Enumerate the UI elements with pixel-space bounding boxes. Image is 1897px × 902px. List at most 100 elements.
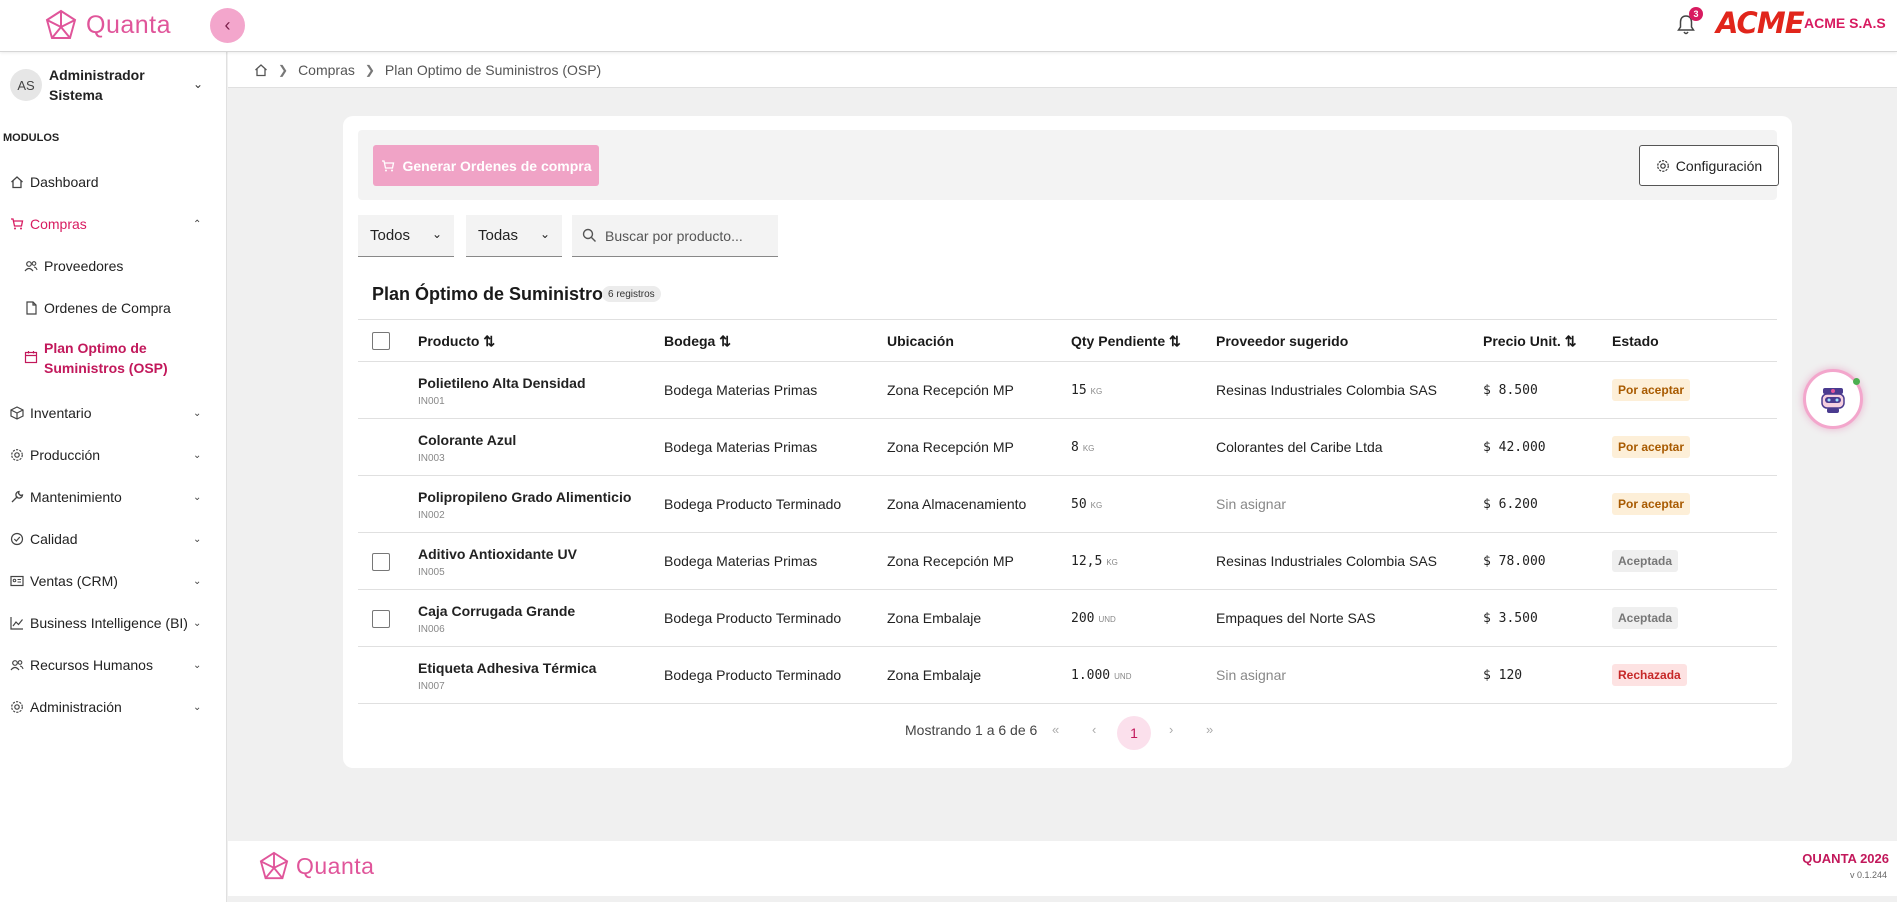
sidebar-item-calidad[interactable]: Calidad ⌄ — [0, 519, 227, 559]
product-code: IN005 — [418, 567, 445, 578]
unit-price: $ 6.200 — [1483, 497, 1538, 512]
table-row[interactable]: Polipropileno Grado Alimenticio IN002 Bo… — [358, 476, 1777, 533]
company-name[interactable]: ACME S.A.S — [1804, 15, 1886, 31]
assistant-bot-button[interactable] — [1803, 369, 1863, 429]
sort-icon[interactable]: ⇅ — [1565, 333, 1577, 349]
status-badge: Rechazada — [1612, 664, 1687, 686]
sidebar-item-ordenes-compra[interactable]: Ordenes de Compra — [0, 288, 227, 328]
column-header-precio[interactable]: Precio Unit. ⇅ — [1483, 333, 1576, 350]
table-row[interactable]: Colorante Azul IN003 Bodega Materias Pri… — [358, 419, 1777, 476]
breadcrumb: ❯ Compras ❯ Plan Optimo de Suministros (… — [228, 52, 1897, 88]
sidebar-item-label: Business Intelligence (BI) — [30, 615, 188, 631]
quanta-logo-icon — [45, 9, 77, 39]
column-header-bodega[interactable]: Bodega ⇅ — [664, 333, 731, 350]
row-checkbox[interactable] — [372, 610, 390, 628]
sidebar-item-recursos-humanos[interactable]: Recursos Humanos ⌄ — [0, 645, 227, 685]
column-header-producto[interactable]: Producto ⇅ — [418, 333, 495, 350]
table-title: Plan Óptimo de Suministros — [372, 284, 614, 304]
user-menu[interactable]: AS Administrador Sistema ⌄ — [10, 62, 210, 110]
app-logo[interactable]: Quanta — [44, 9, 171, 41]
location: Zona Embalaje — [887, 610, 982, 626]
chevron-down-icon: ⌄ — [193, 575, 202, 587]
column-header-estado: Estado — [1612, 333, 1659, 349]
first-page-icon[interactable]: « — [1052, 722, 1059, 737]
qty-unit: KG — [1106, 558, 1118, 567]
table-header: Producto ⇅ Bodega ⇅ Ubicación Qty Pendie… — [358, 319, 1777, 362]
sidebar-item-mantenimiento[interactable]: Mantenimiento ⌄ — [0, 477, 227, 517]
configuration-label: Configuración — [1675, 157, 1763, 174]
status-filter-dropdown[interactable]: Todos ⌄ — [358, 215, 454, 257]
sidebar-item-ventas-crm[interactable]: Ventas (CRM) ⌄ — [0, 561, 227, 601]
sidebar-item-administracion[interactable]: Administración ⌄ — [0, 687, 227, 727]
location: Zona Recepción MP — [887, 382, 1014, 398]
sidebar-item-compras[interactable]: Compras ⌃ — [0, 204, 227, 244]
id-card-icon — [10, 575, 24, 587]
collapse-sidebar-button[interactable]: ‹ — [210, 8, 245, 43]
last-page-icon[interactable]: » — [1206, 722, 1213, 737]
unit-price: $ 120 — [1483, 668, 1523, 683]
sidebar-item-dashboard[interactable]: Dashboard — [0, 162, 227, 202]
chevron-down-icon: ⌄ — [193, 407, 202, 419]
configuration-button[interactable]: Configuración — [1639, 145, 1779, 186]
users-icon — [24, 261, 38, 272]
location: Zona Almacenamiento — [887, 496, 1027, 512]
status-filter-value: Todos — [370, 227, 411, 244]
warehouse: Bodega Materias Primas — [664, 382, 818, 398]
sidebar-item-label: Inventario — [30, 405, 92, 421]
pagination-summary: Mostrando 1 a 6 de 6 — [905, 722, 1038, 738]
table-row[interactable]: Polietileno Alta Densidad IN001 Bodega M… — [358, 362, 1777, 419]
status-badge: Por aceptar — [1612, 379, 1691, 401]
sidebar-item-business-intelligence[interactable]: Business Intelligence (BI) ⌄ — [0, 603, 227, 643]
sidebar-item-label: Ventas (CRM) — [30, 573, 118, 589]
chevron-right-icon: ❯ — [278, 62, 289, 77]
chevron-down-icon: ⌄ — [193, 77, 204, 91]
product-name: Etiqueta Adhesiva Térmica — [418, 660, 597, 676]
sidebar-item-plan-optimo[interactable]: Plan Optimo de Suministros (OSP) — [0, 338, 227, 378]
footer: Quanta QUANTA 2026 v 0.1.244 — [228, 841, 1897, 896]
sidebar-item-proveedores[interactable]: Proveedores — [0, 246, 227, 286]
sidebar-item-label: Recursos Humanos — [30, 657, 153, 673]
breadcrumb-compras[interactable]: Compras — [298, 62, 355, 78]
search-placeholder: Buscar por producto... — [605, 227, 743, 244]
row-checkbox[interactable] — [372, 553, 390, 571]
chevron-left-icon: ‹ — [224, 15, 231, 35]
sidebar-item-produccion[interactable]: Producción ⌄ — [0, 435, 227, 475]
sidebar-item-inventario[interactable]: Inventario ⌄ — [0, 393, 227, 433]
prev-page-icon[interactable]: ‹ — [1092, 722, 1096, 737]
unit-price: $ 8.500 — [1483, 383, 1538, 398]
footer-version: v 0.1.244 — [1849, 870, 1887, 880]
calendar-icon — [24, 351, 38, 364]
pending-qty: 12,5 KG — [1071, 554, 1118, 569]
next-page-icon[interactable]: › — [1169, 722, 1173, 737]
gear-icon — [11, 701, 23, 713]
select-all-checkbox[interactable] — [372, 332, 390, 350]
pending-qty: 1.000 UND — [1071, 668, 1132, 683]
table-row[interactable]: Etiqueta Adhesiva Térmica IN007 Bodega P… — [358, 647, 1777, 704]
generate-orders-button[interactable]: Generar Ordenes de compra — [373, 145, 599, 186]
search-icon — [582, 228, 596, 242]
main-card: Generar Ordenes de compra Configuración … — [343, 116, 1792, 768]
home-icon[interactable] — [254, 63, 268, 77]
status-badge: Por aceptar — [1612, 493, 1691, 515]
sort-icon[interactable]: ⇅ — [483, 333, 495, 349]
sidebar-item-label: Ordenes de Compra — [44, 300, 171, 316]
search-input[interactable]: Buscar por producto... — [572, 215, 778, 257]
gear-icon — [11, 449, 23, 461]
column-header-qty[interactable]: Qty Pendiente ⇅ — [1071, 333, 1181, 350]
table-row[interactable]: Caja Corrugada Grande IN006 Bodega Produ… — [358, 590, 1777, 647]
notifications-badge: 3 — [1689, 7, 1703, 21]
qty-unit: KG — [1082, 444, 1095, 453]
sort-icon[interactable]: ⇅ — [719, 333, 731, 349]
sort-icon[interactable]: ⇅ — [1169, 333, 1181, 349]
table-row[interactable]: Aditivo Antioxidante UV IN005 Bodega Mat… — [358, 533, 1777, 590]
sidebar-item-label: Calidad — [30, 531, 78, 547]
qty-unit: KG — [1090, 501, 1103, 510]
suggested-supplier: Sin asignar — [1216, 667, 1287, 683]
card-toolbar: Generar Ordenes de compra Configuración — [358, 130, 1779, 200]
check-circle-icon — [10, 532, 24, 546]
gear-icon — [1656, 159, 1669, 172]
product-name: Colorante Azul — [418, 432, 517, 448]
page-button-current[interactable]: 1 — [1117, 716, 1151, 750]
sidebar-item-label: Compras — [30, 216, 87, 232]
warehouse-filter-dropdown[interactable]: Todas ⌄ — [466, 215, 562, 257]
